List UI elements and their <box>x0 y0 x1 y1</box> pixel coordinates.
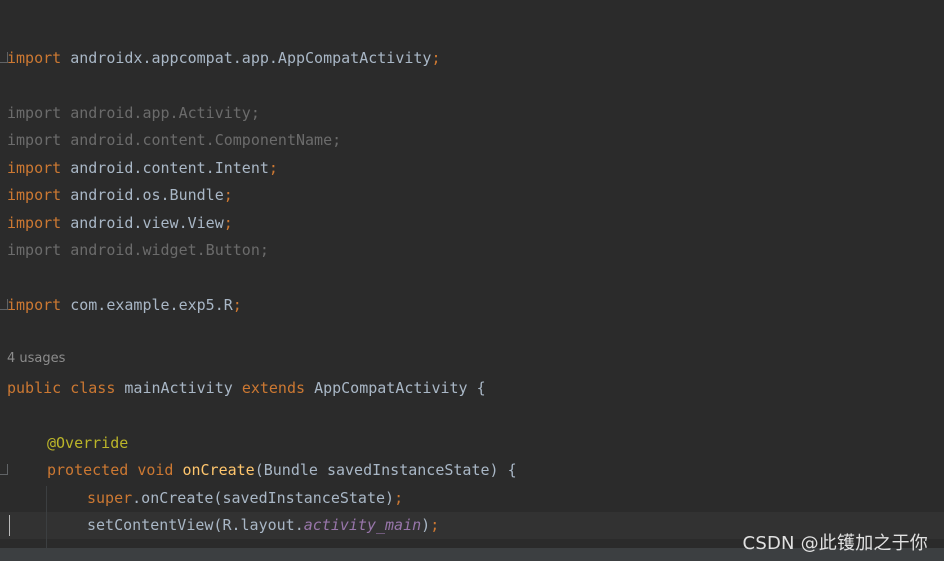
keyword-import: import <box>7 296 62 314</box>
keyword-import: import <box>7 214 62 232</box>
fold-marker-icon[interactable] <box>0 464 8 475</box>
usages-inlay-hint[interactable]: 4 usages <box>7 351 65 366</box>
keyword-import: import <box>7 241 62 259</box>
keyword-protected: protected <box>47 461 129 479</box>
import-path: android.widget.Button <box>70 241 260 259</box>
import-path: com.example.exp5.R <box>70 296 233 314</box>
method-params: (Bundle savedInstanceState) { <box>254 461 517 479</box>
close-paren: ) <box>421 516 431 534</box>
keyword-import: import <box>7 186 62 204</box>
open-brace: { <box>476 379 486 397</box>
semicolon: ; <box>259 241 269 259</box>
code-line-annotation[interactable]: @Override <box>47 431 128 455</box>
semicolon: ; <box>431 49 441 67</box>
semicolon: ; <box>223 186 233 204</box>
code-line-import-r[interactable]: import com.example.exp5.R; <box>7 293 242 317</box>
semicolon: ; <box>250 104 260 122</box>
import-path: android.app.Activity <box>70 104 251 122</box>
semicolon: ; <box>332 131 342 149</box>
keyword-super: super <box>87 489 133 507</box>
code-line-import-button[interactable]: import android.widget.Button; <box>7 238 269 262</box>
keyword-import: import <box>7 131 62 149</box>
semicolon: ; <box>223 214 233 232</box>
code-line-import-intent[interactable]: import android.content.Intent; <box>7 156 278 180</box>
keyword-void: void <box>137 461 174 479</box>
keyword-import: import <box>7 49 62 67</box>
keyword-extends: extends <box>241 379 306 397</box>
superclass-name: AppCompatActivity <box>314 379 468 397</box>
override-annotation: @Override <box>47 434 129 452</box>
semicolon: ; <box>394 489 404 507</box>
keyword-public: public <box>7 379 62 397</box>
set-content-view-call: setContentView(R.layout. <box>87 516 304 534</box>
code-line-method-declaration[interactable]: protected void onCreate(Bundle savedInst… <box>47 458 517 482</box>
import-path: android.os.Bundle <box>70 186 224 204</box>
import-path: android.content.ComponentName <box>70 131 333 149</box>
code-line-class-declaration[interactable]: public class mainActivity extends AppCom… <box>7 376 486 400</box>
code-editor[interactable]: import androidx.appcompat.app.AppCompatA… <box>0 0 944 561</box>
code-line-set-content-view[interactable]: setContentView(R.layout.activity_main); <box>87 513 439 537</box>
keyword-import: import <box>7 159 62 177</box>
semicolon: ; <box>268 159 278 177</box>
code-line-super-call[interactable]: super.onCreate(savedInstanceState); <box>87 486 403 510</box>
code-line-import-view[interactable]: import android.view.View; <box>7 211 233 235</box>
keyword-class: class <box>70 379 116 397</box>
semicolon: ; <box>232 296 242 314</box>
indent-guide <box>46 486 47 548</box>
import-path: android.view.View <box>70 214 224 232</box>
super-oncreate-call: .onCreate(savedInstanceState) <box>132 489 395 507</box>
import-path: android.content.Intent <box>70 159 269 177</box>
keyword-import: import <box>7 104 62 122</box>
class-name: mainActivity <box>124 379 233 397</box>
code-line-import-activity[interactable]: import android.app.Activity; <box>7 101 260 125</box>
method-name: onCreate <box>182 461 255 479</box>
code-line-import-componentname[interactable]: import android.content.ComponentName; <box>7 128 341 152</box>
code-line-import-appcompat[interactable]: import androidx.appcompat.app.AppCompatA… <box>7 46 440 70</box>
layout-field: activity_main <box>303 516 422 534</box>
semicolon: ; <box>430 516 440 534</box>
csdn-watermark: CSDN @此镬加之于你 <box>742 533 928 554</box>
code-line-import-bundle[interactable]: import android.os.Bundle; <box>7 183 233 207</box>
import-path: androidx.appcompat.app.AppCompatActivity <box>70 49 432 67</box>
text-caret <box>9 515 10 536</box>
